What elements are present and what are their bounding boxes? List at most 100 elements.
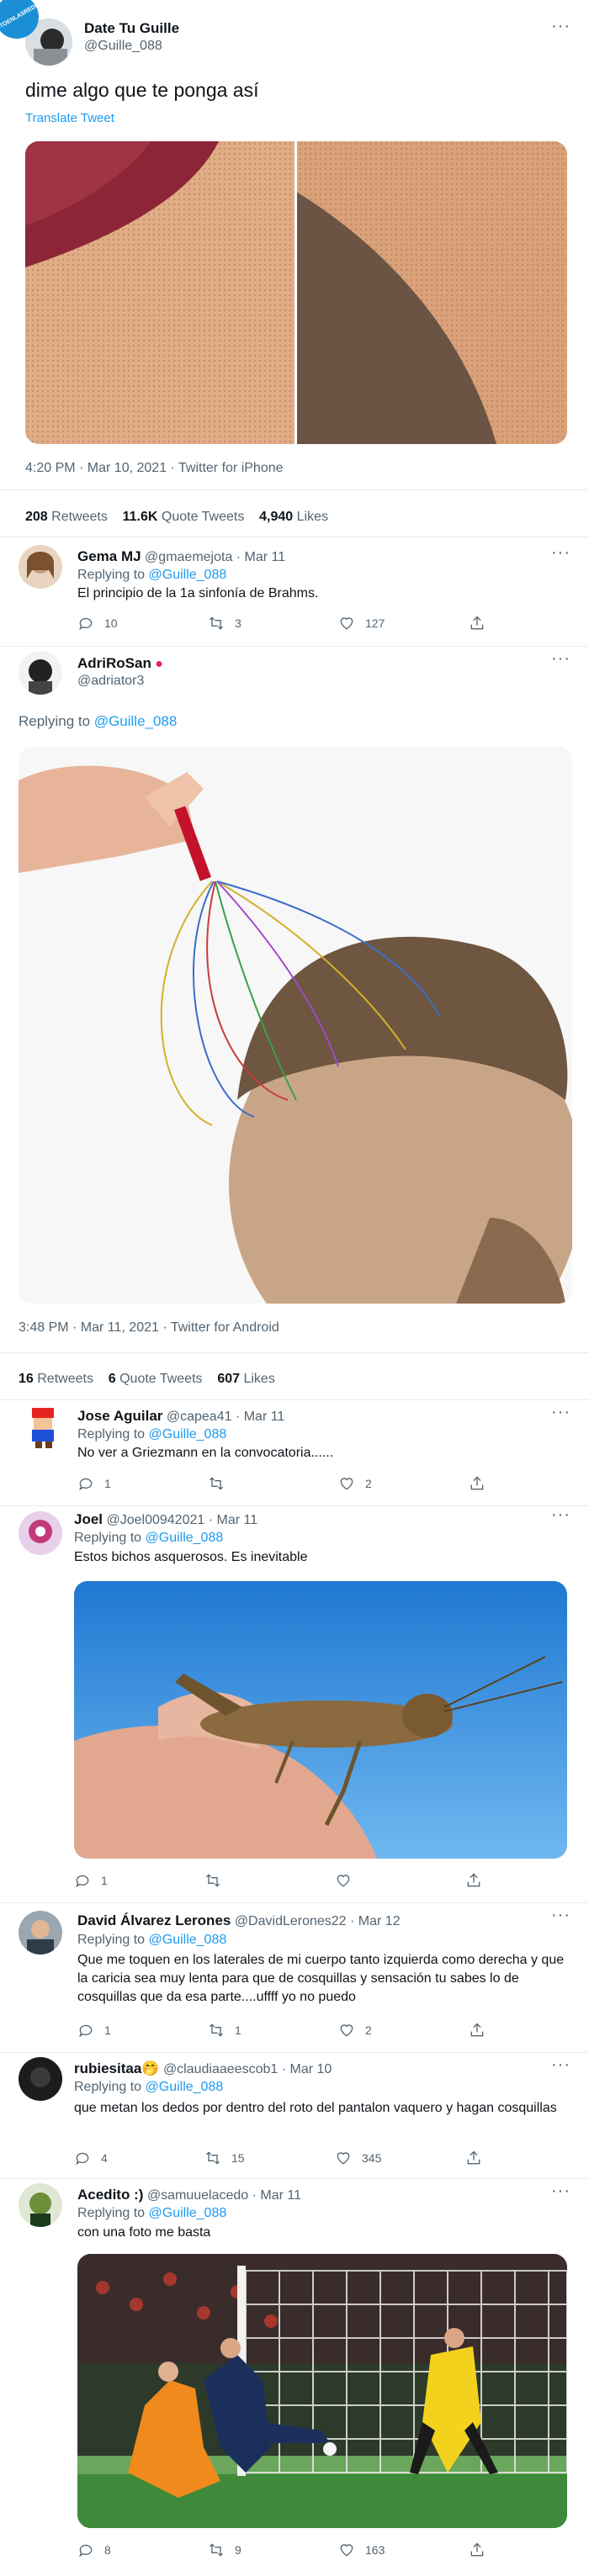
author-handle[interactable]: @Guille_088 <box>84 39 162 54</box>
author-name[interactable]: Joel <box>74 1511 103 1527</box>
mention-link[interactable]: @Guille_088 <box>94 713 178 729</box>
reply-button[interactable]: 1 <box>74 1872 204 1889</box>
heart-icon <box>337 2152 350 2165</box>
author-handle[interactable]: @adriator3 <box>77 674 144 689</box>
tweet-image[interactable] <box>74 1581 567 1859</box>
replying-label: Replying to <box>77 1427 146 1441</box>
tweet-text: No ver a Griezmann en la convocatoria...… <box>77 1446 334 1460</box>
share-button[interactable] <box>469 1475 589 1492</box>
author-name[interactable]: Jose Aguilar <box>77 1408 162 1424</box>
more-options-icon[interactable]: ··· <box>551 543 570 563</box>
retweet-icon <box>210 2543 223 2557</box>
author-name[interactable]: Date Tu Guille <box>84 20 179 37</box>
rose-icon: ● <box>155 657 163 671</box>
more-options-icon[interactable]: ··· <box>551 1403 570 1422</box>
mention-link[interactable]: @Guille_088 <box>146 2080 224 2094</box>
share-icon <box>470 2542 484 2557</box>
retweets-count[interactable]: 208 <box>25 510 48 524</box>
like-button[interactable]: 127 <box>338 615 469 632</box>
more-options-icon[interactable]: ··· <box>551 17 570 36</box>
author-handle[interactable]: @DavidLerones22 · Mar 12 <box>235 1914 401 1928</box>
tweet-image[interactable] <box>25 141 567 444</box>
author-name[interactable]: David Álvarez Lerones <box>77 1912 231 1928</box>
retweet-button[interactable]: 3 <box>208 615 338 632</box>
author-name[interactable]: Acedito :) <box>77 2187 143 2203</box>
author-handle[interactable]: @gmaemejota · Mar 11 <box>145 550 285 564</box>
share-button[interactable] <box>465 2150 589 2166</box>
share-button[interactable] <box>465 1872 589 1889</box>
tweet-image[interactable] <box>19 747 572 1304</box>
retweet-button[interactable] <box>208 1475 338 1492</box>
avatar[interactable] <box>24 1406 62 1448</box>
replying-label: Replying to <box>74 1531 142 1545</box>
avatar[interactable] <box>19 651 62 695</box>
replying-label: Replying to <box>19 713 91 729</box>
avatar[interactable] <box>19 1911 62 1954</box>
like-button[interactable]: 2 <box>338 1475 469 1492</box>
reply-button[interactable]: 8 <box>77 2542 208 2558</box>
heart-icon <box>340 2544 353 2557</box>
more-options-icon[interactable]: ··· <box>551 2055 570 2075</box>
retweet-icon <box>206 2151 220 2165</box>
retweet-icon <box>210 1477 223 1490</box>
avatar[interactable] <box>19 2057 62 2101</box>
author-handle[interactable]: @Joel00942021 · Mar 11 <box>106 1513 257 1527</box>
translate-link[interactable]: Translate Tweet <box>25 111 114 125</box>
avatar[interactable] <box>19 545 62 589</box>
retweet-button[interactable] <box>204 1872 335 1889</box>
author-name[interactable]: rubiesitaa🤭 <box>74 2060 159 2076</box>
retweet-button[interactable]: 15 <box>204 2150 335 2166</box>
reply-button[interactable]: 4 <box>74 2150 204 2166</box>
tweet-image[interactable] <box>77 2254 567 2528</box>
author-handle[interactable]: @claudiaaeescob1 · Mar 10 <box>163 2062 332 2076</box>
heart-icon <box>340 617 353 630</box>
retweet-button[interactable]: 1 <box>208 2022 338 2039</box>
tweet-text: Estos bichos asquerosos. Es inevitable <box>74 1550 308 1564</box>
share-icon <box>470 2023 484 2037</box>
tweet-text: Que me toquen en los laterales de mi cue… <box>77 1953 565 2004</box>
more-options-icon[interactable]: ··· <box>551 1505 570 1525</box>
retweet-icon <box>206 1874 220 1887</box>
mention-link[interactable]: @Guille_088 <box>146 1531 224 1545</box>
mention-link[interactable]: @Guille_088 <box>149 2206 227 2220</box>
more-options-icon[interactable]: ··· <box>551 1906 570 1925</box>
mention-link[interactable]: @Guille_088 <box>149 1427 227 1441</box>
likes-count[interactable]: 607 <box>217 1372 240 1386</box>
likes-count[interactable]: 4,940 <box>259 510 293 524</box>
avatar[interactable] <box>19 2183 62 2227</box>
tweet-text: dime algo que te ponga así <box>25 79 259 101</box>
share-icon <box>470 616 484 630</box>
share-button[interactable] <box>469 2542 589 2558</box>
more-options-icon[interactable]: ··· <box>551 2182 570 2201</box>
replying-label: Replying to <box>77 1933 146 1947</box>
retweet-button[interactable]: 9 <box>208 2542 338 2558</box>
reply-button[interactable]: 1 <box>77 2022 208 2039</box>
reply-button[interactable]: 1 <box>77 1475 208 1492</box>
more-options-icon[interactable]: ··· <box>551 649 570 669</box>
retweet-icon <box>210 616 223 630</box>
mention-link[interactable]: @Guille_088 <box>149 568 227 582</box>
author-handle[interactable]: @capea41 · Mar 11 <box>167 1410 284 1424</box>
replying-label: Replying to <box>77 2206 146 2220</box>
retweets-count[interactable]: 16 <box>19 1372 34 1386</box>
retweet-icon <box>210 2023 223 2037</box>
author-name[interactable]: AdriRoSan <box>77 655 151 671</box>
author-name[interactable]: Gema MJ <box>77 548 141 564</box>
avatar[interactable] <box>19 1511 62 1555</box>
tweet-stats: 208 Retweets 11.6K Quote Tweets 4,940 Li… <box>25 510 328 524</box>
share-button[interactable] <box>469 615 589 632</box>
reply-icon <box>79 2544 93 2557</box>
quotes-count[interactable]: 11.6K <box>123 510 158 524</box>
like-button[interactable] <box>335 1872 465 1889</box>
mention-link[interactable]: @Guille_088 <box>149 1933 227 1947</box>
heart-icon <box>340 2024 353 2037</box>
author-handle[interactable]: @samuuelacedo · Mar 11 <box>147 2188 301 2203</box>
share-icon <box>467 1873 480 1887</box>
quotes-count[interactable]: 6 <box>109 1372 116 1386</box>
share-icon <box>467 2150 480 2165</box>
like-button[interactable]: 345 <box>335 2150 465 2166</box>
like-button[interactable]: 163 <box>338 2542 469 2558</box>
like-button[interactable]: 2 <box>338 2022 469 2039</box>
share-button[interactable] <box>469 2022 589 2039</box>
reply-button[interactable]: 10 <box>77 615 208 632</box>
